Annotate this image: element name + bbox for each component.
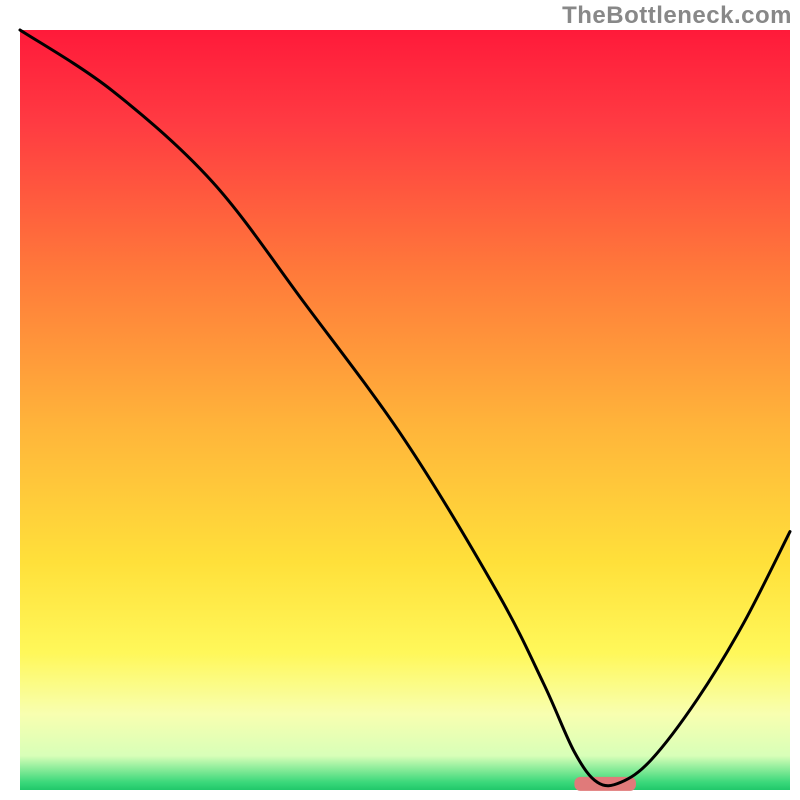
chart-container: TheBottleneck.com (0, 0, 800, 800)
chart-svg (0, 0, 800, 800)
plot-background (20, 30, 790, 790)
watermark-text: TheBottleneck.com (562, 2, 792, 30)
